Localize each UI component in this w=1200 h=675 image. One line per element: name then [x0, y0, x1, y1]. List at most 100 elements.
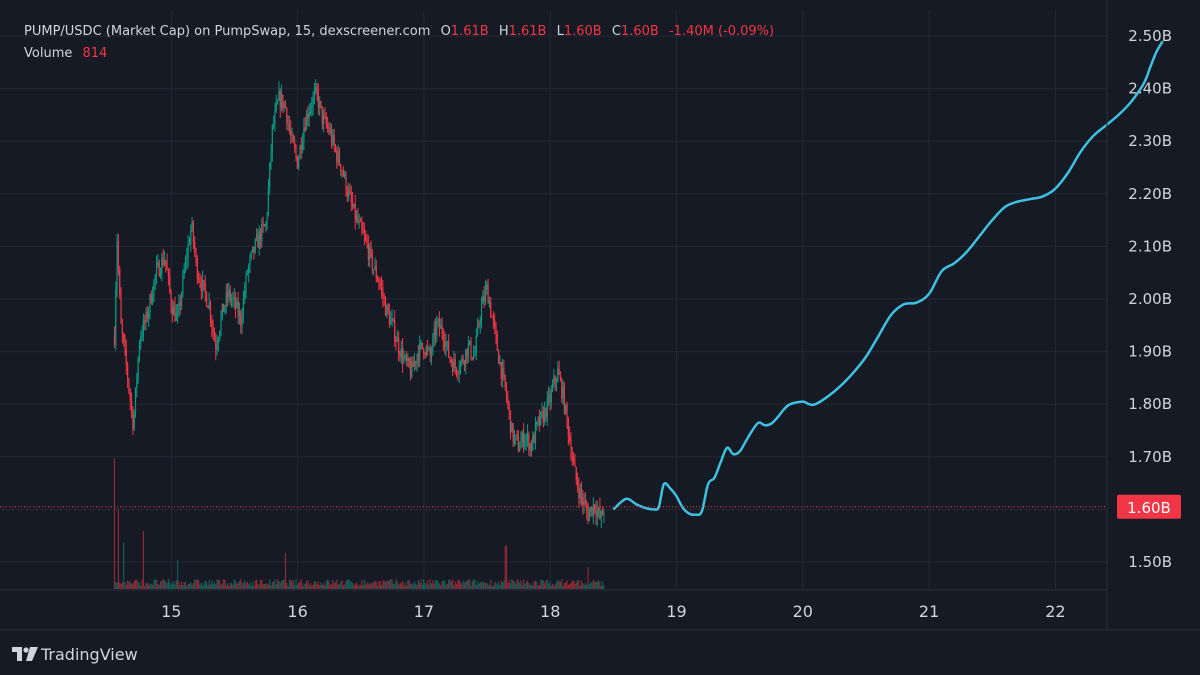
volume-bar [388, 579, 391, 589]
candle-body [412, 361, 414, 367]
volume-bar [512, 580, 514, 589]
volume-bar [267, 584, 269, 589]
candle-body [366, 239, 368, 245]
volume-bar [208, 579, 210, 589]
candle-body [191, 221, 193, 231]
volume-bar [507, 582, 509, 589]
candle-body [248, 265, 250, 274]
candle-body [551, 385, 554, 391]
volume-bar [307, 580, 309, 589]
candle-body [237, 301, 239, 317]
candle-body [280, 94, 283, 109]
candle-body [415, 361, 417, 364]
volume-bar [161, 580, 163, 589]
candle-body [211, 319, 213, 327]
candle-body [263, 225, 266, 227]
candle-body [516, 435, 518, 437]
candle-body [511, 423, 513, 433]
volume-bar [174, 584, 176, 589]
volume-bar [157, 584, 159, 589]
candle-body [177, 312, 179, 314]
candle-body [133, 413, 135, 429]
volume-bar [441, 581, 443, 589]
volume-bar [123, 542, 125, 589]
candle-body [586, 504, 588, 511]
volume-bar [473, 579, 475, 589]
candle-body [329, 130, 331, 133]
candle-body [459, 362, 462, 371]
volume-bar [186, 585, 188, 589]
candle-body [455, 367, 458, 374]
candle-body [166, 263, 168, 271]
price-chart[interactable]: 2.50B 2.40B 2.30B 2.20B 2.10B 2.00B 1.90B 1.80B… [0, 0, 1200, 675]
candle-body [388, 311, 391, 325]
volume-bar [559, 581, 562, 589]
candle-body [142, 319, 145, 335]
volume-bar [215, 583, 217, 589]
candle-body [323, 115, 325, 124]
volume-bar [252, 581, 254, 589]
volume-bar [419, 582, 421, 589]
volume-bar [204, 580, 206, 589]
candle-body [283, 102, 285, 109]
candle-body [362, 228, 364, 234]
volume-bar [261, 579, 263, 589]
volume-bar [153, 579, 155, 589]
volume-bar [287, 586, 289, 589]
candle-body [134, 387, 137, 414]
candle-body [155, 264, 158, 276]
volume-bar [191, 584, 193, 589]
volume-bar [292, 580, 294, 589]
volume-bar [545, 580, 547, 589]
candle-body [292, 135, 294, 143]
low-value: 1.60B [563, 24, 602, 39]
volume-bar [344, 584, 346, 589]
candle-body [330, 130, 333, 144]
candle-body [594, 504, 596, 511]
candle-body [549, 395, 551, 403]
volume-bar [138, 582, 141, 589]
candle-body [451, 362, 454, 372]
candle-body [236, 301, 238, 309]
volume-bar [280, 580, 283, 589]
x-tick-label: 18 [540, 602, 560, 621]
candle-body [392, 318, 394, 321]
volume-bar [480, 582, 483, 589]
volume-bar [453, 585, 455, 589]
candle-body [338, 151, 341, 165]
volume-bar [244, 580, 246, 589]
volume-bar [228, 586, 230, 589]
volume-bar [286, 583, 288, 589]
tradingview-brand[interactable]: TradingView [12, 644, 138, 664]
candle-body [303, 127, 305, 142]
candle-body [466, 349, 468, 357]
chart-background [0, 0, 1200, 675]
candle-body [416, 354, 418, 364]
volume-bar [429, 578, 431, 589]
candle-body [192, 221, 195, 243]
candle-body [234, 296, 237, 309]
volume-bar [575, 582, 577, 589]
volume-bar [498, 581, 500, 589]
volume-bar [520, 580, 522, 589]
volume-bar [199, 584, 201, 589]
volume-bar [230, 582, 233, 589]
volume-bar [265, 584, 267, 589]
candle-body [351, 202, 354, 208]
candle-body [359, 220, 362, 222]
high-label: H [498, 24, 509, 39]
volume-bar [448, 579, 450, 589]
y-tick-label: 2.30B [1128, 132, 1172, 150]
volume-bar [538, 584, 541, 589]
candle-body [582, 497, 584, 505]
candle-body [123, 333, 125, 342]
volume-bar [159, 581, 162, 589]
candle-body [358, 220, 360, 223]
candle-body [441, 325, 443, 334]
candle-body [154, 275, 156, 281]
candle-body [463, 362, 466, 365]
volume-bar [425, 584, 427, 589]
candle-body [530, 443, 533, 451]
candle-body [129, 391, 131, 401]
x-tick-label: 15 [161, 602, 181, 621]
